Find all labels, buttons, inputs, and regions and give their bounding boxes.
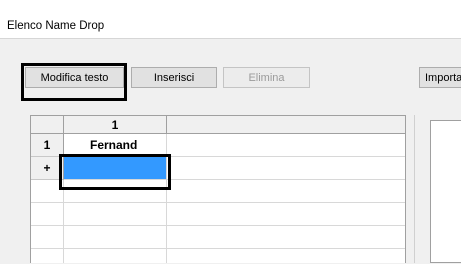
empty-cell (167, 226, 405, 249)
empty-row-header (31, 226, 64, 249)
column-header-1[interactable]: 1 (64, 116, 167, 134)
edit-text-button[interactable]: Modifica testo (25, 67, 124, 88)
grid-row-filler (167, 157, 405, 180)
empty-cell (167, 180, 405, 203)
name-drop-grid[interactable]: 1 1 Fernand + (30, 115, 406, 263)
grid-cell-new-name[interactable] (64, 157, 167, 180)
empty-row-header (31, 203, 64, 226)
empty-cell (64, 203, 167, 226)
row-header-new[interactable]: + (31, 157, 64, 180)
insert-button[interactable]: Inserisci (131, 67, 217, 88)
title-bar: Elenco Name Drop (0, 0, 461, 38)
preview-panel (430, 120, 461, 263)
window-title: Elenco Name Drop (7, 20, 105, 32)
empty-cell (64, 226, 167, 249)
column-header-filler (167, 116, 405, 134)
delete-button[interactable]: Elimina (223, 67, 310, 88)
empty-cell (167, 249, 405, 263)
import-button[interactable]: Importa (419, 67, 461, 88)
empty-cell (167, 203, 405, 226)
empty-row-header (31, 180, 64, 203)
empty-row-header (31, 249, 64, 263)
grid-row-filler (167, 134, 405, 157)
grid-corner-cell[interactable] (31, 116, 64, 134)
row-header-1[interactable]: 1 (31, 134, 64, 157)
grid-cell-name[interactable]: Fernand (64, 134, 167, 157)
empty-cell (64, 180, 167, 203)
empty-cell (64, 249, 167, 263)
panel-divider (414, 115, 415, 263)
